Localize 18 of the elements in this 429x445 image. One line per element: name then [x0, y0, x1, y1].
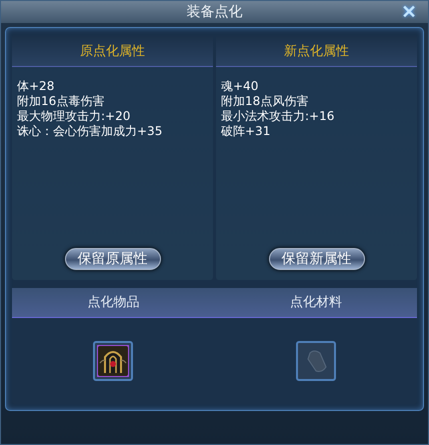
empty-slot[interactable]	[296, 341, 336, 381]
attribute-line: 体+28	[17, 79, 56, 94]
keep-button[interactable]: 保留原属性	[64, 248, 160, 270]
attribute-line: 魂+40	[221, 79, 260, 94]
keep-button[interactable]: 保留新属性	[268, 248, 364, 270]
attribute-line: 诛心：会心伤害加成力+35	[17, 124, 164, 139]
slot-label: 点化材料	[288, 294, 343, 312]
attribute-line: 附加18点风伤害	[221, 94, 310, 109]
window-title: 装备点化	[186, 3, 242, 21]
panel-heading: 原点化属性	[80, 43, 145, 60]
close-button[interactable]: ✕	[398, 2, 420, 22]
slot-label: 点化物品	[86, 294, 140, 312]
attribute-line: 附加16点毒伤害	[17, 94, 106, 109]
attribute-line: 最大物理攻击力:+20	[17, 109, 132, 124]
attribute-line: 最小法术攻击力:+16	[221, 109, 336, 124]
item-slot[interactable]	[93, 341, 134, 381]
panel-heading: 新点化属性	[284, 43, 349, 60]
attribute-line: 破阵+31	[221, 124, 272, 139]
